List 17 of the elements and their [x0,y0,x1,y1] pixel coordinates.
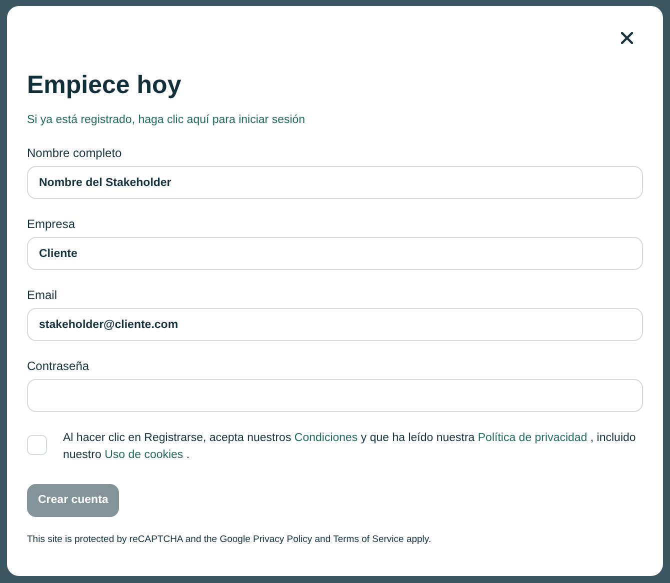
input-field[interactable] [27,379,643,412]
input-field[interactable]: stakeholder@cliente.com [27,308,643,342]
field-label: Contraseña [27,359,90,374]
checkbox[interactable] [27,435,47,456]
consent-link[interactable]: Política de privacidad [478,432,588,444]
field-label: Email [27,288,58,302]
field-label: Empresa [27,217,76,232]
consent-link[interactable]: Uso de cookies [104,449,184,462]
form-title: Empiece hoy [27,70,182,100]
input-field[interactable]: Nombre del Stakeholder [27,166,643,200]
recaptcha-notice: This site is protected by reCAPTCHA and the Google Privacy Policy and Terms of Service apply. [27,533,432,548]
field-label: Nombre completo [27,146,123,160]
close-button[interactable] [619,30,635,46]
consent-text: Al hacer clic en Registrarse, acepta nuestros Condiciones y que ha leído nuestra Política de privacidad , incluido nuestro Uso de cookies . [63,431,637,464]
login-link[interactable]: Si ya está registrado, haga clic aquí para iniciar sesión [27,112,306,130]
consent-link[interactable]: Condiciones [294,432,358,444]
input-field[interactable]: Cliente [27,237,643,270]
